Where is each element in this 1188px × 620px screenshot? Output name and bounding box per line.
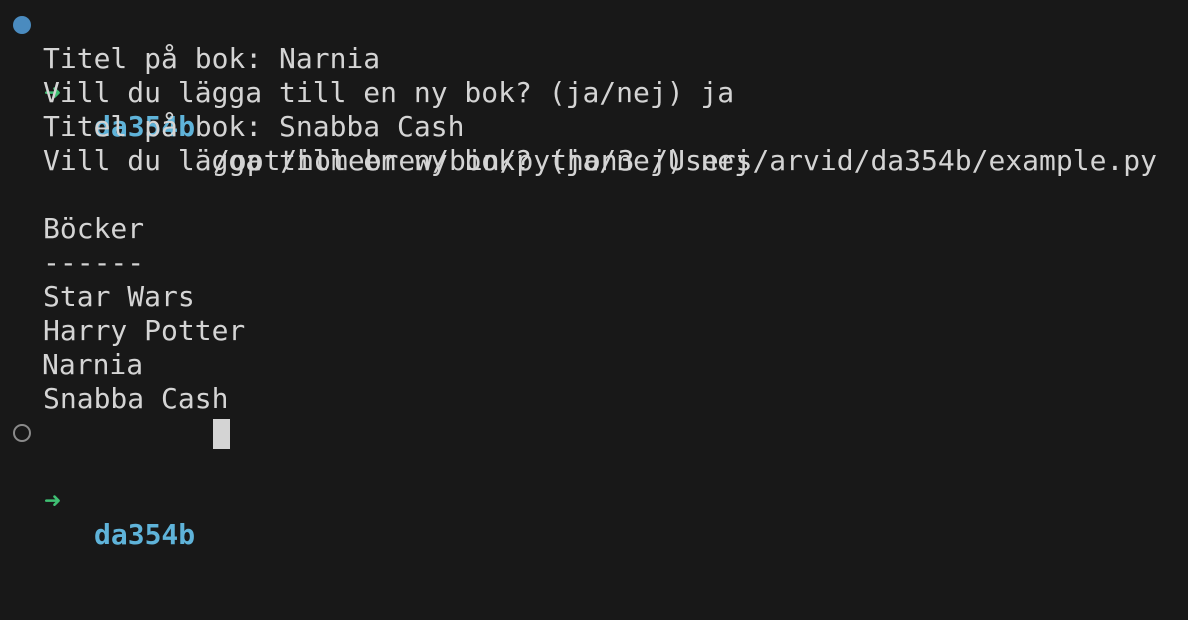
command-line: ➜ da354b /opt/homebrew/bin/python3 /User… [0, 8, 1188, 177]
output-line: Vill du lägga till en ny bok? (ja/nej) n… [43, 144, 752, 177]
prompt-status-dot-icon[interactable] [13, 424, 31, 442]
output-heading: Böcker [43, 212, 145, 245]
text-cursor [213, 419, 230, 449]
output-list-item: Narnia [42, 348, 144, 381]
output-list-item: Star Wars [43, 280, 195, 313]
prompt-directory: da354b [94, 518, 196, 551]
output-list-item: Harry Potter [43, 314, 246, 347]
prompt-arrow-icon: ➜ [44, 484, 61, 517]
output-list-item: Snabba Cash [43, 382, 229, 415]
command-status-dot-icon[interactable] [13, 16, 31, 34]
terminal-panel[interactable]: ➜ da354b /opt/homebrew/bin/python3 /User… [0, 0, 1188, 551]
output-divider: ------ [43, 246, 145, 279]
output-line: Titel på bok: Narnia [43, 42, 381, 75]
output-line: Titel på bok: Snabba Cash [43, 110, 465, 143]
current-prompt-line[interactable]: ➜ da354b [0, 416, 1188, 551]
output-line: Vill du lägga till en ny bok? (ja/nej) j… [43, 76, 735, 109]
